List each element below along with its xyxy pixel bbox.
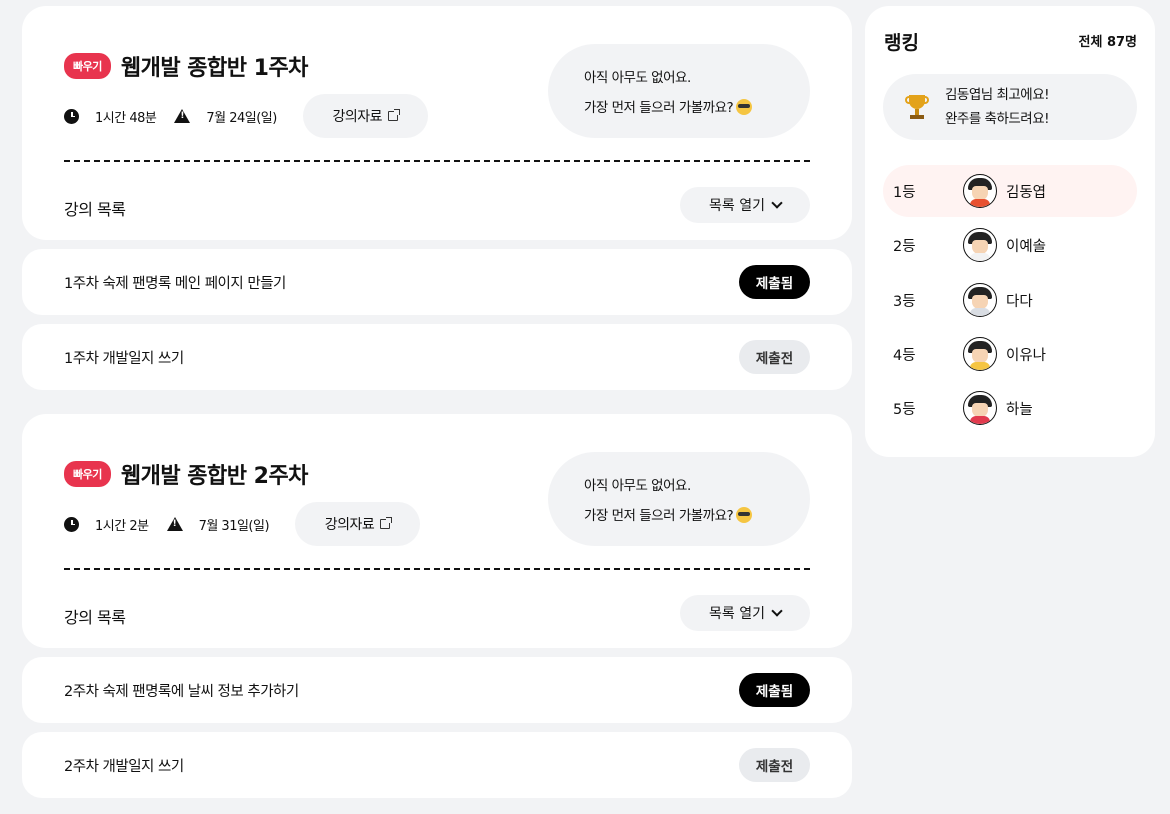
week-title: 웹개발 종합반 1주차 (120, 56, 309, 81)
material-button[interactable]: 강의자료 (302, 94, 428, 138)
deadline: 7월 31일(일) (198, 518, 270, 534)
external-link-icon (380, 517, 393, 529)
open-list-label: 목록 열기 (709, 606, 765, 622)
status-badge: 제출됨 (739, 673, 810, 707)
homework-item[interactable]: 2주차 개발일지 쓰기 제출전 (22, 732, 852, 798)
divider (64, 160, 810, 162)
ranking-panel: 랭킹 전체 87명 김동엽님 최고에요! 완주를 축하드려요! 1등 김동엽 2… (865, 6, 1155, 457)
rank-row-2[interactable]: 2등 이예솔 (883, 219, 1137, 271)
rank-row-1[interactable]: 1등 김동엽 (883, 165, 1137, 217)
homework-item[interactable]: 1주차 개발일지 쓰기 제출전 (22, 324, 852, 390)
homework-title: 1주차 숙제 팬명록 메인 페이지 만들기 (64, 275, 286, 292)
homework-title: 2주차 개발일지 쓰기 (64, 758, 184, 775)
divider (64, 568, 810, 570)
rank-position: 5등 (893, 401, 916, 418)
chevron-down-icon (771, 197, 783, 209)
speech-bubble: 아직 아무도 없어요. 가장 먼저 들으러 가볼까요? (548, 452, 810, 546)
rank-name: 김동엽 (1006, 184, 1047, 201)
rank-name: 다다 (1006, 293, 1033, 310)
category-badge: 빠우기 (64, 53, 111, 79)
avatar (963, 228, 997, 262)
week-title-row: 빠우기 웹개발 종합반 2주차 (64, 458, 308, 490)
rank-name: 이예솔 (1006, 238, 1047, 255)
lecture-list-label: 강의 목록 (64, 608, 126, 627)
duration: 1시간 48분 (95, 110, 157, 126)
material-button[interactable]: 강의자료 (295, 502, 421, 546)
clock-icon (64, 516, 79, 532)
congrats-line-1: 김동엽님 최고에요! (945, 87, 1050, 103)
rank-name: 하늘 (1006, 401, 1033, 418)
bubble-line-2: 가장 먼저 들으러 가볼까요? (584, 93, 810, 123)
homework-title: 1주차 개발일지 쓰기 (64, 350, 184, 367)
week-card-1: 빠우기 웹개발 종합반 1주차 1시간 48분 7월 24일(일) 강의자료 아… (22, 6, 852, 240)
rank-position: 3등 (893, 293, 916, 310)
chevron-down-icon (771, 605, 783, 617)
open-list-button[interactable]: 목록 열기 (680, 187, 810, 223)
week-meta: 1시간 48분 7월 24일(일) 강의자료 (64, 94, 428, 138)
avatar (963, 391, 997, 425)
status-badge: 제출전 (739, 748, 810, 782)
open-list-button[interactable]: 목록 열기 (680, 595, 810, 631)
clock-icon (64, 108, 79, 124)
ranking-total: 전체 87명 (1078, 35, 1138, 50)
congrats-text: 김동엽님 최고에요! 완주를 축하드려요! (945, 83, 1050, 131)
bubble-line-2-text: 가장 먼저 들으러 가볼까요? (584, 508, 734, 524)
material-label: 강의자료 (332, 109, 383, 125)
ranking-title: 랭킹 (884, 32, 919, 54)
status-badge: 제출됨 (739, 265, 810, 299)
lecture-list-label: 강의 목록 (64, 200, 126, 219)
material-label: 강의자료 (324, 517, 375, 533)
rank-position: 1등 (893, 184, 916, 201)
week-title-row: 빠우기 웹개발 종합반 1주차 (64, 50, 308, 82)
sunglasses-emoji-icon (736, 507, 753, 523)
week-card-2: 빠우기 웹개발 종합반 2주차 1시간 2분 7월 31일(일) 강의자료 아직… (22, 414, 852, 648)
external-link-icon (388, 109, 401, 121)
warning-icon (174, 109, 191, 123)
status-badge: 제출전 (739, 340, 810, 374)
deadline: 7월 24일(일) (206, 110, 277, 126)
rank-row-5[interactable]: 5등 하늘 (883, 382, 1137, 434)
week-title: 웹개발 종합반 2주차 (120, 464, 309, 489)
sunglasses-emoji-icon (736, 99, 753, 115)
rank-name: 이유나 (1006, 347, 1047, 364)
open-list-label: 목록 열기 (709, 198, 765, 214)
rank-row-4[interactable]: 4등 이유나 (883, 328, 1137, 380)
warning-icon (166, 517, 183, 531)
rank-position: 4등 (893, 347, 916, 364)
homework-item[interactable]: 1주차 숙제 팬명록 메인 페이지 만들기 제출됨 (22, 249, 852, 315)
avatar (963, 337, 997, 371)
congrats-banner: 김동엽님 최고에요! 완주를 축하드려요! (883, 74, 1137, 140)
speech-bubble: 아직 아무도 없어요. 가장 먼저 들으러 가볼까요? (548, 44, 810, 138)
avatar (963, 174, 997, 208)
trophy-icon (905, 93, 929, 121)
avatar (963, 283, 997, 317)
bubble-line-1: 아직 아무도 없어요. (584, 70, 691, 86)
bubble-line-1: 아직 아무도 없어요. (584, 478, 691, 494)
week-meta: 1시간 2분 7월 31일(일) 강의자료 (64, 502, 421, 546)
homework-item[interactable]: 2주차 숙제 팬명록에 날씨 정보 추가하기 제출됨 (22, 657, 852, 723)
category-badge: 빠우기 (64, 461, 111, 487)
duration: 1시간 2분 (95, 518, 149, 534)
homework-title: 2주차 숙제 팬명록에 날씨 정보 추가하기 (64, 683, 299, 700)
rank-row-3[interactable]: 3등 다다 (883, 274, 1137, 326)
bubble-line-2-text: 가장 먼저 들으러 가볼까요? (584, 100, 734, 116)
rank-position: 2등 (893, 238, 916, 255)
congrats-line-2: 완주를 축하드려요! (945, 111, 1050, 127)
bubble-line-2: 가장 먼저 들으러 가볼까요? (584, 501, 810, 531)
